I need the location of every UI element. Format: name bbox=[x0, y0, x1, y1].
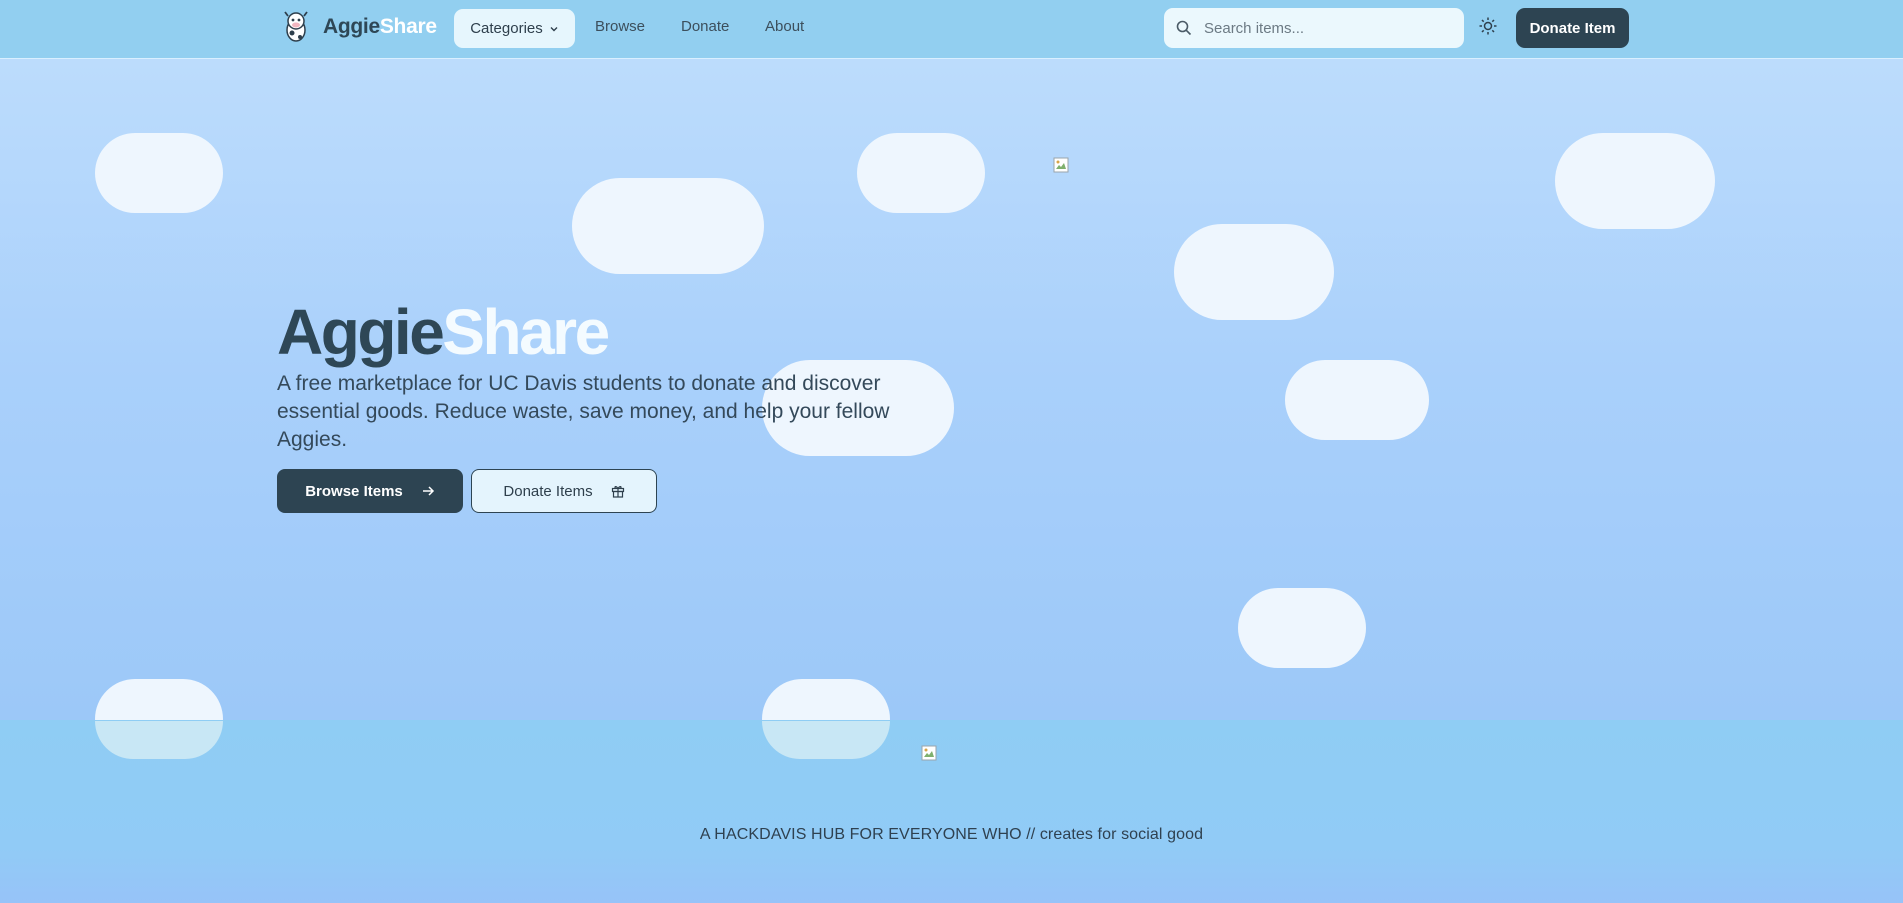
donate-item-button[interactable]: Donate Item bbox=[1516, 8, 1629, 48]
gift-icon bbox=[611, 486, 624, 498]
browse-items-label: Browse Items bbox=[305, 482, 403, 500]
cow-mascot-icon bbox=[284, 11, 308, 42]
cloud-decoration bbox=[1555, 133, 1715, 229]
donate-items-button[interactable]: Donate Items bbox=[471, 469, 657, 513]
categories-label: Categories bbox=[470, 20, 543, 37]
broken-image-icon bbox=[921, 745, 937, 761]
cloud-decoration bbox=[95, 721, 223, 759]
arrow-right-icon bbox=[422, 486, 434, 496]
footer-tagline: A HACKDAVIS HUB FOR EVERYONE WHO // crea… bbox=[699, 826, 1204, 843]
cloud-decoration bbox=[762, 721, 890, 759]
navbar: AggieShare Categories Browse Donate Abou… bbox=[0, 0, 1903, 59]
search-input[interactable] bbox=[1202, 18, 1446, 38]
nav-link-about[interactable]: About bbox=[765, 18, 804, 35]
browse-items-button[interactable]: Browse Items bbox=[277, 469, 463, 513]
chevron-down-icon bbox=[550, 26, 558, 31]
brand-name-part2: Share bbox=[379, 15, 437, 38]
nav-link-donate[interactable]: Donate bbox=[681, 18, 729, 35]
brand-logo[interactable]: AggieShare bbox=[281, 10, 437, 44]
donate-items-label: Donate Items bbox=[503, 482, 593, 500]
brand-name: AggieShare bbox=[323, 15, 437, 39]
cloud-decoration bbox=[572, 178, 764, 274]
cloud-decoration bbox=[1285, 360, 1429, 440]
hero-title-part2: Share bbox=[442, 296, 610, 368]
search-box bbox=[1164, 8, 1464, 48]
hero-title: AggieShare bbox=[277, 296, 610, 368]
broken-image-icon bbox=[1053, 157, 1069, 173]
cloud-decoration bbox=[1174, 224, 1334, 320]
footer-band bbox=[0, 720, 1903, 903]
cloud-decoration bbox=[95, 133, 223, 213]
hero-title-part1: Aggie bbox=[277, 296, 445, 368]
brand-name-part1: Aggie bbox=[323, 15, 380, 38]
hero-subtitle: A free marketplace for UC Davis students… bbox=[277, 372, 890, 451]
cloud-decoration bbox=[1238, 588, 1366, 668]
categories-dropdown[interactable]: Categories bbox=[454, 9, 575, 48]
search-icon bbox=[1176, 20, 1192, 36]
sun-icon[interactable] bbox=[1478, 16, 1498, 36]
cloud-decoration bbox=[857, 133, 985, 213]
nav-link-browse[interactable]: Browse bbox=[595, 18, 645, 35]
